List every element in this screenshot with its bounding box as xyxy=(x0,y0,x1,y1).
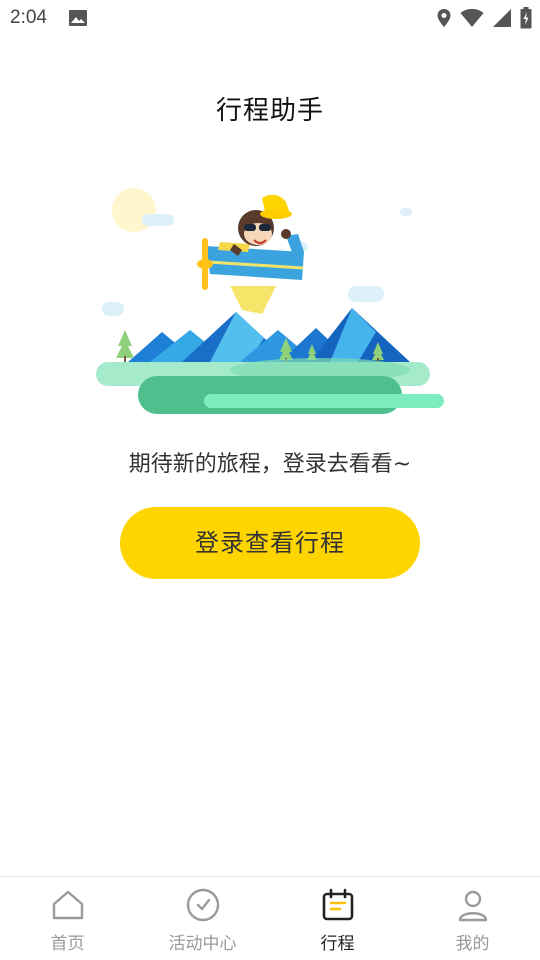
nav-item-home[interactable]: 首页 xyxy=(0,877,135,960)
page-title: 行程助手 xyxy=(215,96,324,126)
wifi-icon xyxy=(460,8,484,27)
profile-icon xyxy=(458,890,487,922)
status-bar: 2:04 xyxy=(0,0,540,36)
status-icons xyxy=(436,7,532,29)
home-icon xyxy=(52,890,83,920)
travel-illustration xyxy=(96,188,444,414)
location-icon xyxy=(437,9,451,27)
cellular-icon xyxy=(493,9,511,27)
battery-charging-icon xyxy=(520,7,532,29)
clock-icon xyxy=(186,888,219,922)
bottom-nav: 首页 活动中心 行程 我的 xyxy=(0,876,540,960)
airplane xyxy=(197,194,304,314)
calendar-icon xyxy=(322,888,353,921)
image-icon xyxy=(69,10,87,26)
nav-label-activity-center: 活动中心 xyxy=(168,934,237,954)
login-view-trip-button[interactable]: 登录查看行程 xyxy=(120,507,420,579)
nav-item-activity-center[interactable]: 活动中心 xyxy=(135,877,270,960)
nav-label-profile: 我的 xyxy=(455,934,490,954)
nav-label-home: 首页 xyxy=(50,934,85,954)
status-time: 2:04 xyxy=(10,7,47,28)
nav-item-profile[interactable]: 我的 xyxy=(405,877,540,960)
empty-state-message: 期待新的旅程，登录去看看~ xyxy=(128,452,412,477)
nav-label-trips: 行程 xyxy=(320,934,355,954)
nav-item-trips[interactable]: 行程 xyxy=(270,877,405,960)
